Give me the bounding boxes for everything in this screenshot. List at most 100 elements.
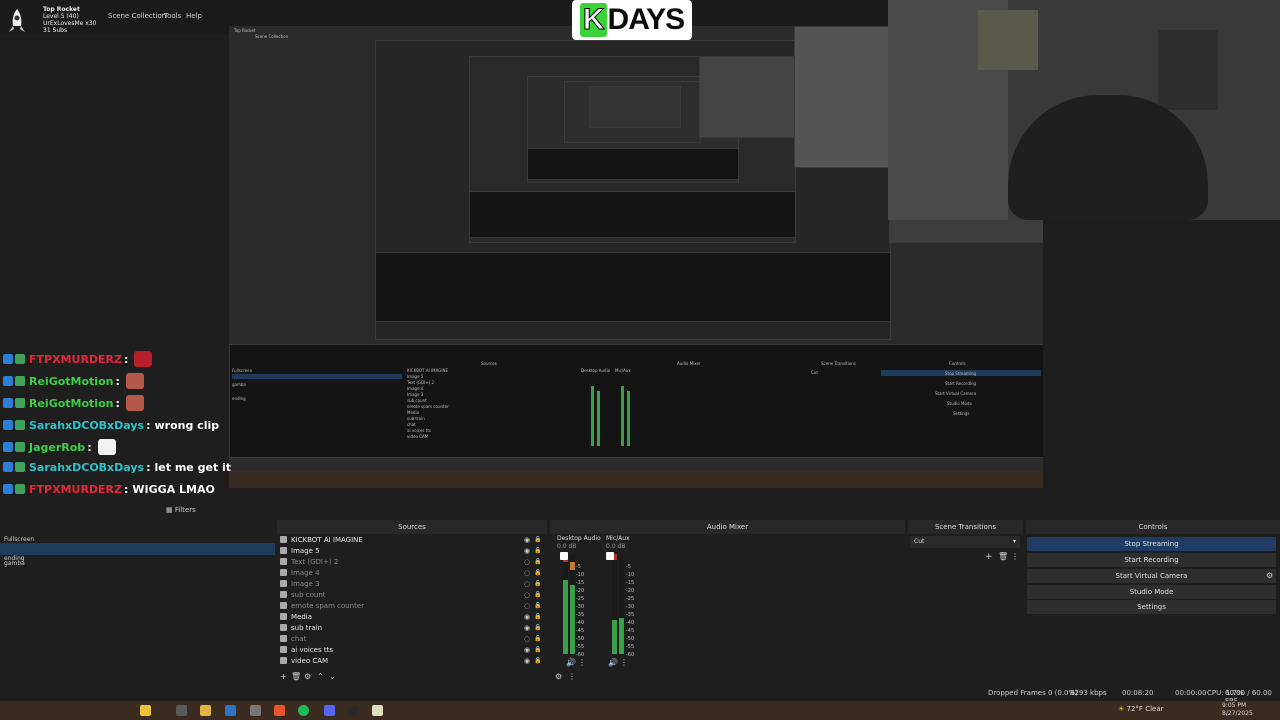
clock[interactable]: 9:05 PM 8/27/2025 <box>1222 702 1253 718</box>
visibility-eye-icon[interactable]: ◌ <box>524 558 530 566</box>
nested-taskbar <box>229 471 1043 488</box>
rocket-icon <box>6 8 28 34</box>
settings-button[interactable]: Settings <box>1027 600 1276 614</box>
lock-icon[interactable]: 🔒 <box>534 536 541 543</box>
chat-separator: : <box>124 482 129 496</box>
visibility-eye-icon[interactable]: ◉ <box>524 624 530 632</box>
title-k-badge: K <box>579 3 607 37</box>
source-item[interactable]: Image 4 ◌ 🔒 <box>280 567 545 578</box>
lock-icon[interactable]: 🔒 <box>534 547 541 554</box>
transition-add-icon[interactable]: + <box>985 552 993 562</box>
discord-icon[interactable] <box>324 705 335 716</box>
menu-help[interactable]: Help <box>186 12 202 20</box>
source-add-icon[interactable]: + <box>280 672 287 681</box>
virtual-camera-gear-icon[interactable]: ⚙ <box>1266 571 1273 580</box>
desktop-fader-handle[interactable] <box>560 552 568 560</box>
sub-badge-icon <box>15 376 25 386</box>
file-explorer-icon[interactable] <box>200 705 211 716</box>
mic-fader-handle[interactable] <box>606 552 614 560</box>
mic-speaker-icon[interactable]: 🔊 <box>608 658 618 667</box>
visibility-eye-icon[interactable]: ◉ <box>524 547 530 555</box>
brave-icon[interactable] <box>274 705 285 716</box>
start-virtual-camera-button[interactable]: Start Virtual Camera <box>1027 569 1276 583</box>
scene-item-fullscreen[interactable]: Fullscreen <box>4 536 34 543</box>
source-name: sub train <box>291 623 323 632</box>
visibility-eye-icon[interactable]: ◉ <box>524 613 530 621</box>
sub-badge-icon <box>15 420 25 430</box>
lock-icon[interactable]: 🔒 <box>534 591 541 598</box>
transition-select[interactable]: Cut ▾ <box>910 536 1020 548</box>
source-item[interactable]: Image 3 ◌ 🔒 <box>280 578 545 589</box>
lock-icon[interactable]: 🔒 <box>534 613 541 620</box>
lock-icon[interactable]: 🔒 <box>534 580 541 587</box>
mic-menu-icon[interactable]: ⋮ <box>620 658 628 667</box>
nested-source-3: Image 4 <box>407 386 424 391</box>
rocket-title: Top Rocket <box>43 6 80 13</box>
cam-person-cap <box>1008 95 1208 220</box>
transition-menu-icon[interactable]: ⋮ <box>1011 552 1019 561</box>
source-item[interactable]: Media ◉ 🔒 <box>280 611 545 622</box>
transition-remove-icon[interactable]: 🗑 <box>998 552 1008 561</box>
visibility-eye-icon[interactable]: ◉ <box>524 646 530 654</box>
chrome-icon[interactable] <box>372 705 383 716</box>
lock-icon[interactable]: 🔒 <box>534 558 541 565</box>
lock-icon[interactable]: 🔒 <box>534 569 541 576</box>
copilot-icon[interactable] <box>140 705 151 716</box>
desktop-menu-icon[interactable]: ⋮ <box>578 658 586 667</box>
lock-icon[interactable]: 🔒 <box>534 657 541 664</box>
source-down-icon[interactable]: ⌄ <box>329 672 336 681</box>
meter-tick-label: -50 <box>626 636 635 642</box>
studio-mode-button[interactable]: Studio Mode <box>1027 585 1276 599</box>
steam-icon[interactable] <box>225 705 236 716</box>
desktop-speaker-icon[interactable]: 🔊 <box>566 658 576 667</box>
visibility-eye-icon[interactable]: ◌ <box>524 602 530 610</box>
visibility-eye-icon[interactable]: ◌ <box>524 580 530 588</box>
lock-icon[interactable]: 🔒 <box>534 624 541 631</box>
menu-scene-collection[interactable]: Scene Collection <box>108 12 166 20</box>
source-item[interactable]: ai voices tts ◉ 🔒 <box>280 644 545 655</box>
lock-icon[interactable]: 🔒 <box>534 635 541 642</box>
source-item[interactable]: Image 5 ◉ 🔒 <box>280 545 545 556</box>
spotify-icon[interactable] <box>298 705 309 716</box>
chat-text: wrong clip <box>154 418 220 432</box>
chat-message: ReiGotMotion: <box>3 393 144 413</box>
source-item[interactable]: KICKBOT AI IMAGINE ◉ 🔒 <box>280 534 545 545</box>
source-remove-icon[interactable]: 🗑 <box>291 672 301 681</box>
source-item[interactable]: video CAM ◉ 🔒 <box>280 655 545 666</box>
nested-source-1: Image 5 <box>407 374 424 379</box>
rocket-subs: 31 Subs <box>43 27 68 34</box>
visibility-eye-icon[interactable]: ◌ <box>524 591 530 599</box>
task-view-icon[interactable] <box>176 705 187 716</box>
obs-icon[interactable] <box>348 705 359 716</box>
source-up-icon[interactable]: ⌃ <box>317 672 324 681</box>
weather-widget[interactable]: ☀ 72°F Clear <box>1118 705 1164 713</box>
source-settings-icon[interactable]: ⚙ <box>304 672 311 681</box>
visibility-eye-icon[interactable]: ◌ <box>524 569 530 577</box>
scene-item-ending[interactable]: ending <box>4 555 25 562</box>
transition-value: Cut <box>914 538 925 545</box>
visibility-eye-icon[interactable]: ◌ <box>524 635 530 643</box>
stop-streaming-button[interactable]: Stop Streaming <box>1027 537 1276 551</box>
filters-button[interactable]: ▦ Filters <box>166 503 196 517</box>
source-item[interactable]: emote spam counter ◌ 🔒 <box>280 600 545 611</box>
audio-menu-icon[interactable]: ⋮ <box>568 672 576 681</box>
sub-badge-icon <box>15 442 25 452</box>
visibility-eye-icon[interactable]: ◉ <box>524 536 530 544</box>
source-item[interactable]: sub count ◌ 🔒 <box>280 589 545 600</box>
nested-source-11: video CAM <box>407 434 429 439</box>
meter-tick-label: -35 <box>576 612 585 618</box>
visibility-eye-icon[interactable]: ◉ <box>524 657 530 665</box>
source-item[interactable]: Text (GDI+) 2 ◌ 🔒 <box>280 556 545 567</box>
source-item[interactable]: chat ◌ 🔒 <box>280 633 545 644</box>
audio-settings-icon[interactable]: ⚙ <box>555 672 562 681</box>
start-recording-button[interactable]: Start Recording <box>1027 553 1276 567</box>
lock-icon[interactable]: 🔒 <box>534 602 541 609</box>
source-item[interactable]: sub train ◉ 🔒 <box>280 622 545 633</box>
lock-icon[interactable]: 🔒 <box>534 646 541 653</box>
nested-source-7: Media <box>407 410 420 415</box>
scene-item-selected[interactable] <box>0 543 275 555</box>
nested-preview-5 <box>589 86 681 128</box>
rec-time: 00:00:00 <box>1175 689 1207 697</box>
menu-tools[interactable]: Tools <box>164 12 181 20</box>
settings-icon[interactable] <box>250 705 261 716</box>
